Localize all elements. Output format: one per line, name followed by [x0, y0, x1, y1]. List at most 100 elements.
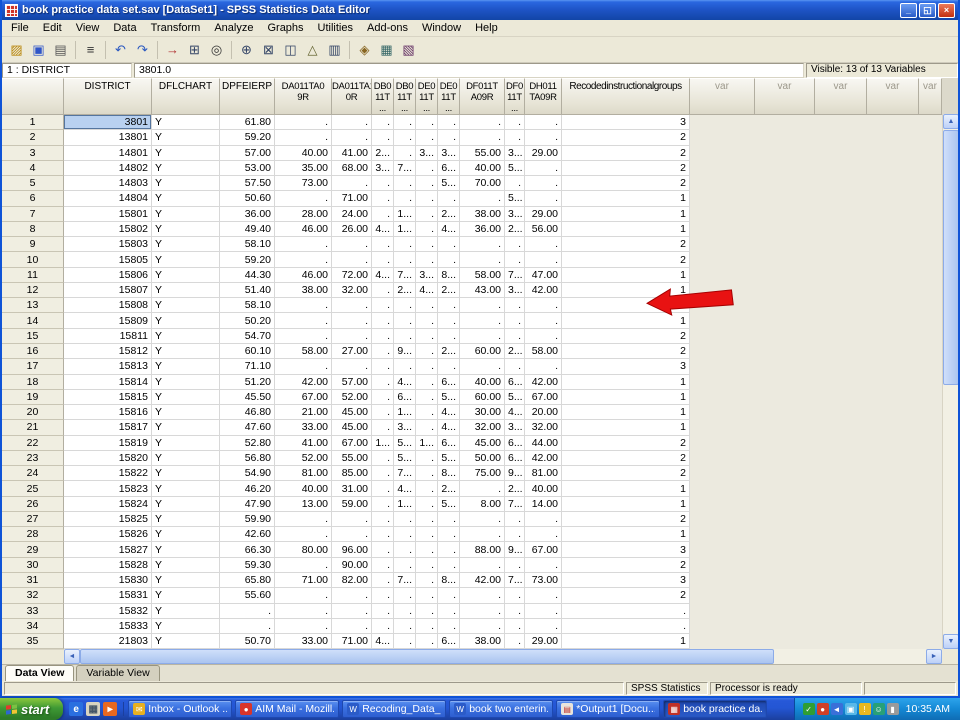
- cell-recoded-row11[interactable]: 1: [562, 268, 690, 283]
- split-file-icon[interactable]: ◫: [280, 40, 301, 60]
- cell-recoded-row32[interactable]: 2: [562, 588, 690, 603]
- cell-dflchart-row27[interactable]: Y: [152, 512, 220, 527]
- cell-df011t_2-row25[interactable]: 2...: [505, 481, 525, 496]
- cell-df011t_2-row28[interactable]: .: [505, 527, 525, 542]
- cell-df011ta09r-row11[interactable]: 58.00: [460, 268, 505, 283]
- cell-dflchart-row26[interactable]: Y: [152, 497, 220, 512]
- cell-db011t_2-row28[interactable]: .: [394, 527, 416, 542]
- cell-df011ta09r-row14[interactable]: .: [460, 313, 505, 328]
- cell-dh011ta09r-row5[interactable]: .: [525, 176, 562, 191]
- cell-de011t_1-row20[interactable]: .: [416, 405, 438, 420]
- row-header[interactable]: 3: [2, 146, 64, 161]
- cell-da011ta10r-row20[interactable]: 45.00: [332, 405, 372, 420]
- cell-district-row5[interactable]: 14803: [64, 176, 152, 191]
- cell-db011t_2-row6[interactable]: .: [394, 191, 416, 206]
- cell-dflchart-row24[interactable]: Y: [152, 466, 220, 481]
- cell-dflchart-row17[interactable]: Y: [152, 359, 220, 374]
- cell-db011t_1-row34[interactable]: .: [372, 619, 394, 634]
- cell-db011t_1-row11[interactable]: 4...: [372, 268, 394, 283]
- cell-dh011ta09r-row21[interactable]: 32.00: [525, 420, 562, 435]
- row-header[interactable]: 35: [2, 634, 64, 649]
- cell-da011ta10r-row10[interactable]: .: [332, 252, 372, 267]
- cell-da011ta10r-row9[interactable]: .: [332, 237, 372, 252]
- cell-recoded-row3[interactable]: 2: [562, 146, 690, 161]
- cell-de011t_2-row34[interactable]: .: [438, 619, 460, 634]
- task-aim-mail[interactable]: ●AIM Mail - Mozill...: [235, 700, 339, 718]
- cell-df011t_2-row10[interactable]: .: [505, 252, 525, 267]
- cell-df011t_2-row1[interactable]: .: [505, 115, 525, 130]
- cell-db011t_1-row22[interactable]: 1...: [372, 436, 394, 451]
- cell-df011ta09r-row25[interactable]: .: [460, 481, 505, 496]
- cell-df011ta09r-row15[interactable]: .: [460, 329, 505, 344]
- cell-da011ta10r-row29[interactable]: 96.00: [332, 542, 372, 557]
- cell-de011t_2-row22[interactable]: 6...: [438, 436, 460, 451]
- cell-de011t_2-row24[interactable]: 8...: [438, 466, 460, 481]
- cell-recoded-row24[interactable]: 2: [562, 466, 690, 481]
- cell-dflchart-row11[interactable]: Y: [152, 268, 220, 283]
- row-header[interactable]: 29: [2, 542, 64, 557]
- cell-district-row23[interactable]: 15820: [64, 451, 152, 466]
- cell-dpfeierp-row28[interactable]: 42.60: [220, 527, 275, 542]
- cell-dh011ta09r-row26[interactable]: 14.00: [525, 497, 562, 512]
- cell-dflchart-row4[interactable]: Y: [152, 161, 220, 176]
- cell-db011t_2-row3[interactable]: .: [394, 146, 416, 161]
- cell-df011ta09r-row35[interactable]: 38.00: [460, 634, 505, 649]
- cell-df011ta09r-row22[interactable]: 45.00: [460, 436, 505, 451]
- cell-dflchart-row7[interactable]: Y: [152, 207, 220, 222]
- cell-df011t_2-row30[interactable]: .: [505, 558, 525, 573]
- task-inbox-outlook[interactable]: ✉Inbox - Outlook ...: [128, 700, 232, 718]
- cell-da011ta09r-row15[interactable]: .: [275, 329, 332, 344]
- cell-df011t_2-row18[interactable]: 6...: [505, 375, 525, 390]
- column-header-recoded[interactable]: Recodedinstructionalgroups: [562, 78, 690, 115]
- cell-df011t_2-row20[interactable]: 4...: [505, 405, 525, 420]
- row-header[interactable]: 32: [2, 588, 64, 603]
- row-header[interactable]: 21: [2, 420, 64, 435]
- cell-recoded-row22[interactable]: 2: [562, 436, 690, 451]
- cell-recoded-row5[interactable]: 2: [562, 176, 690, 191]
- cell-district-row31[interactable]: 15830: [64, 573, 152, 588]
- row-header[interactable]: 2: [2, 130, 64, 145]
- row-header[interactable]: 20: [2, 405, 64, 420]
- cell-district-row2[interactable]: 13801: [64, 130, 152, 145]
- cell-db011t_2-row30[interactable]: .: [394, 558, 416, 573]
- cell-da011ta09r-row13[interactable]: .: [275, 298, 332, 313]
- cell-de011t_2-row28[interactable]: .: [438, 527, 460, 542]
- cell-db011t_1-row5[interactable]: .: [372, 176, 394, 191]
- cell-db011t_1-row26[interactable]: .: [372, 497, 394, 512]
- tab-variable-view[interactable]: Variable View: [76, 665, 159, 681]
- column-header-dpfeierp[interactable]: DPFEIERP: [220, 78, 275, 115]
- cell-de011t_1-row35[interactable]: .: [416, 634, 438, 649]
- firewall-alert-icon[interactable]: ●: [817, 703, 829, 715]
- cell-district-row25[interactable]: 15823: [64, 481, 152, 496]
- cell-district-row32[interactable]: 15831: [64, 588, 152, 603]
- antivirus-shield-icon[interactable]: ✓: [803, 703, 815, 715]
- cell-recoded-row34[interactable]: .: [562, 619, 690, 634]
- cell-district-row11[interactable]: 15806: [64, 268, 152, 283]
- cell-db011t_1-row28[interactable]: .: [372, 527, 394, 542]
- cell-de011t_1-row22[interactable]: 1...: [416, 436, 438, 451]
- cell-dh011ta09r-row10[interactable]: .: [525, 252, 562, 267]
- cell-de011t_2-row26[interactable]: 5...: [438, 497, 460, 512]
- cell-da011ta09r-row32[interactable]: .: [275, 588, 332, 603]
- cell-db011t_2-row9[interactable]: .: [394, 237, 416, 252]
- cell-da011ta10r-row17[interactable]: .: [332, 359, 372, 374]
- cell-df011ta09r-row31[interactable]: 42.00: [460, 573, 505, 588]
- scroll-down-icon[interactable]: ▼: [943, 634, 958, 649]
- cell-db011t_1-row1[interactable]: .: [372, 115, 394, 130]
- cell-editor-field[interactable]: 3801.0: [134, 63, 804, 78]
- cell-da011ta09r-row26[interactable]: 13.00: [275, 497, 332, 512]
- cell-dh011ta09r-row7[interactable]: 29.00: [525, 207, 562, 222]
- internet-explorer-icon[interactable]: e: [69, 702, 83, 716]
- vertical-scrollbar[interactable]: ▲ ▼: [942, 114, 958, 649]
- cell-db011t_1-row14[interactable]: .: [372, 313, 394, 328]
- menu-item-graphs[interactable]: Graphs: [260, 21, 310, 35]
- cell-da011ta10r-row11[interactable]: 72.00: [332, 268, 372, 283]
- cell-district-row20[interactable]: 15816: [64, 405, 152, 420]
- cell-recoded-row16[interactable]: 2: [562, 344, 690, 359]
- cell-dh011ta09r-row23[interactable]: 42.00: [525, 451, 562, 466]
- cell-da011ta10r-row3[interactable]: 41.00: [332, 146, 372, 161]
- cell-de011t_1-row1[interactable]: .: [416, 115, 438, 130]
- cell-de011t_2-row13[interactable]: .: [438, 298, 460, 313]
- cell-de011t_2-row27[interactable]: .: [438, 512, 460, 527]
- cell-de011t_2-row5[interactable]: 5...: [438, 176, 460, 191]
